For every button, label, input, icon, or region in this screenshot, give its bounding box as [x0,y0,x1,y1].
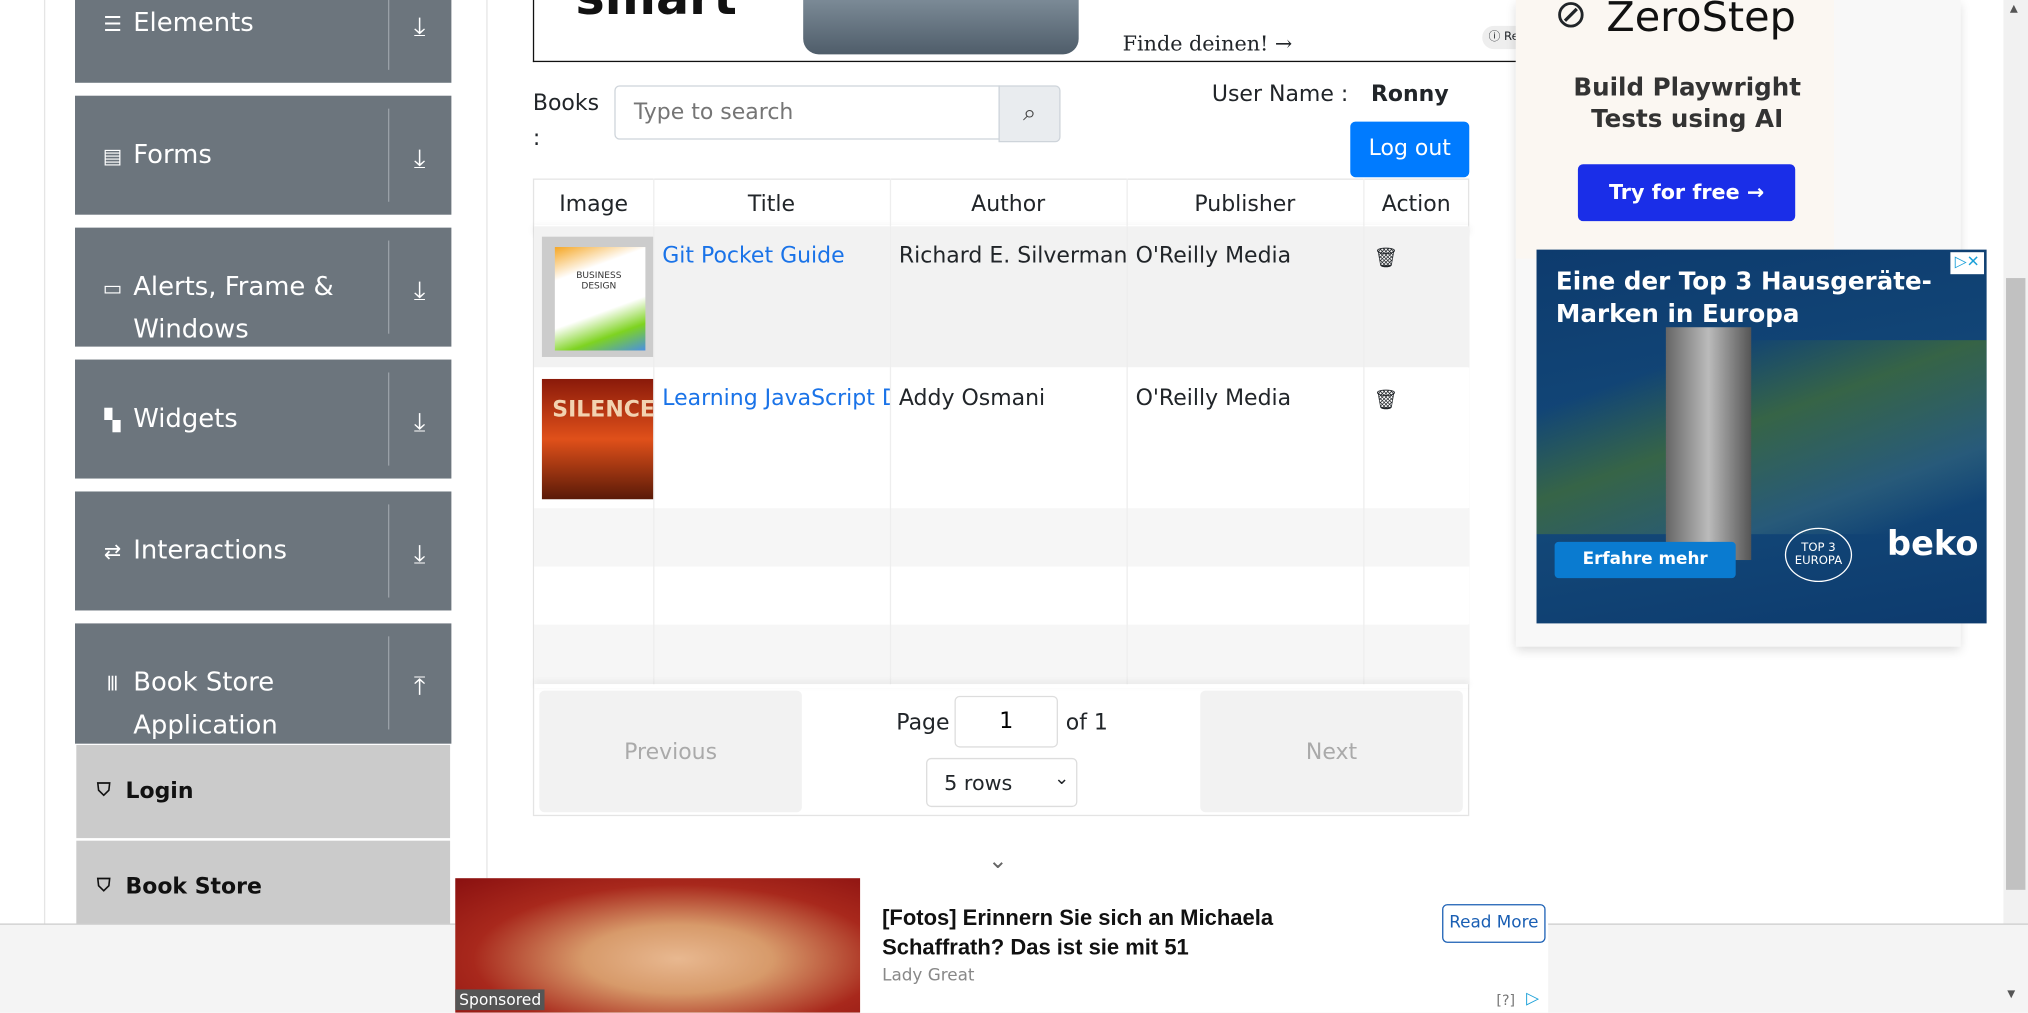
search-button[interactable]: ⌕ [998,85,1061,143]
rows-per-page-select[interactable]: 5 rows ⌄ [926,757,1078,808]
page-label: Page [896,710,950,736]
table-row-empty [534,624,1470,685]
top3-badge: TOP 3 EUROPA [1784,527,1853,583]
html5-icon: ⛉ [97,779,111,801]
item-label: Book Store [125,874,262,901]
ad-brand: smart [576,0,737,26]
chevron-down-icon[interactable]: ⌄ [988,847,1008,874]
sidebar-group-interactions[interactable]: ⇄ Interactions ⤓ [75,491,452,611]
item-label: Login [125,778,194,805]
column-header-title[interactable]: Title [653,178,892,227]
search-icon: ⌕ [1022,99,1037,127]
erfahre-mehr-button[interactable]: Erfahre mehr [1554,541,1736,579]
trash-icon[interactable]: 🗑 [1374,246,1399,269]
ad-brand: ZeroStep [1606,0,1796,42]
book-title-link[interactable]: Git Pocket Guide [662,243,890,269]
beko-logo: beko [1887,525,1979,564]
appliances-image [1536,340,1987,535]
divider [388,636,390,730]
arrow-down-icon[interactable]: ⤓ [414,277,425,303]
page-total: of 1 [1065,710,1108,736]
sidebar-item-login[interactable]: ⛉ Login [76,744,451,839]
read-more-button[interactable]: Read More [1442,904,1546,943]
group-label: Interactions [133,534,288,566]
adchoices-close-icon[interactable]: ▷✕ [1950,252,1985,275]
table-row-empty [534,566,1470,625]
book-cover-image: BUSINESS DESIGN [541,236,654,357]
previous-button[interactable]: Previous [539,690,802,813]
sidebar-group-book-store-application[interactable]: 𝍫 Book Store Application ⤒ [75,623,452,744]
form-icon: ▤ [102,143,123,169]
chevron-down-icon: ⌄ [1054,768,1070,789]
group-label: Forms [133,138,212,170]
page-number-input[interactable] [954,695,1058,748]
scroll-up-icon[interactable]: ▲ [2010,3,2018,15]
divider [388,504,390,598]
sponsored-label: Sponsored [455,989,546,1011]
sidebar-item-book-store[interactable]: ⛉ Book Store [76,840,451,925]
divider [388,240,390,334]
group-label: Elements [133,6,254,38]
window-icon: ▭ [102,275,123,301]
user-name-label: User Name : [1211,81,1349,108]
adchoices-icon[interactable]: ▷ [1526,989,1539,1008]
group-label: Application [133,708,278,740]
beko-ad[interactable]: Eine der Top 3 Hausgeräte- Marken in Eur… [1536,249,1987,624]
ad-car-image [803,0,1079,55]
column-header-author[interactable]: Author [890,178,1128,227]
zerostep-logo-icon: ⊘ [1554,0,1588,38]
ad-source: Lady Great [882,966,975,986]
html5-icon: ⛉ [97,875,111,897]
group-label: Book Store [133,666,275,698]
book-author: Addy Osmani [898,385,1046,412]
logout-button[interactable]: Log out [1350,121,1470,178]
table-row-empty [534,508,1470,567]
books-label: Books [532,90,600,117]
arrow-down-icon[interactable]: ⤓ [414,541,425,567]
scrollbar[interactable]: ▲ [2003,0,2028,924]
trash-icon[interactable]: 🗑 [1374,388,1399,411]
next-button[interactable]: Next [1200,690,1463,813]
search-input[interactable] [614,85,1000,140]
layout-divider [486,0,488,924]
sidebar-group-alerts-frame-windows[interactable]: ▭ Alerts, Frame & Windows ⤓ [75,227,452,347]
ad-headline[interactable]: Schaffrath? Das ist sie mit 51 [882,935,1189,961]
sidebar-group-widgets[interactable]: ▚ Widgets ⤓ [75,359,452,479]
arrow-down-icon[interactable]: ⤓ [414,13,425,39]
book-publisher: O'Reilly Media [1135,385,1292,412]
group-label: Alerts, Frame & [133,270,334,302]
list-icon: ☰ [103,11,122,37]
group-label: Widgets [133,402,238,434]
divider [388,108,390,202]
book-cover-image: SILENCE [541,378,654,500]
book-author: Richard E. Silverman [898,243,1127,270]
divider [388,372,390,466]
ad-help-link[interactable]: [?] [1496,992,1515,1009]
arrow-down-icon[interactable]: ⤓ [414,409,425,435]
try-for-free-button[interactable]: Try for free → [1577,164,1796,222]
sidebar-group-forms[interactable]: ▤ Forms ⤓ [75,95,452,215]
sidebar-group-elements[interactable]: ☰ Elements ⤓ [75,0,452,83]
widgets-icon: ▚ [104,407,121,432]
arrow-up-icon[interactable]: ⤒ [414,673,425,699]
scrollbar-thumb[interactable] [2006,278,2026,890]
book-publisher: O'Reilly Media [1135,243,1292,270]
book-title-link[interactable]: Learning JavaScript Design Patterns [662,385,890,411]
column-header-image[interactable]: Image [534,178,655,227]
scroll-down-icon[interactable]: ▼ [2007,988,2015,1000]
interactions-icon: ⇄ [103,539,122,564]
group-label: Windows [133,312,249,345]
books-icon: 𝍫 [107,671,118,696]
user-name-value: Ronny [1370,81,1449,108]
books-label-colon: : [532,125,541,152]
ad-text: Finde deinen! → [1122,31,1293,56]
column-header-action[interactable]: Action [1363,178,1469,226]
layout-divider [43,0,46,924]
column-header-publisher[interactable]: Publisher [1127,178,1365,227]
ad-headline[interactable]: [Fotos] Erinnern Sie sich an Michaela [882,905,1273,931]
bottom-ad[interactable]: Sponsored [Fotos] Erinnern Sie sich an M… [455,878,1549,1013]
top-ad[interactable]: smart Finde deinen! → ⓘ Re [532,0,1528,63]
divider [388,0,390,70]
arrow-down-icon[interactable]: ⤓ [414,145,425,171]
